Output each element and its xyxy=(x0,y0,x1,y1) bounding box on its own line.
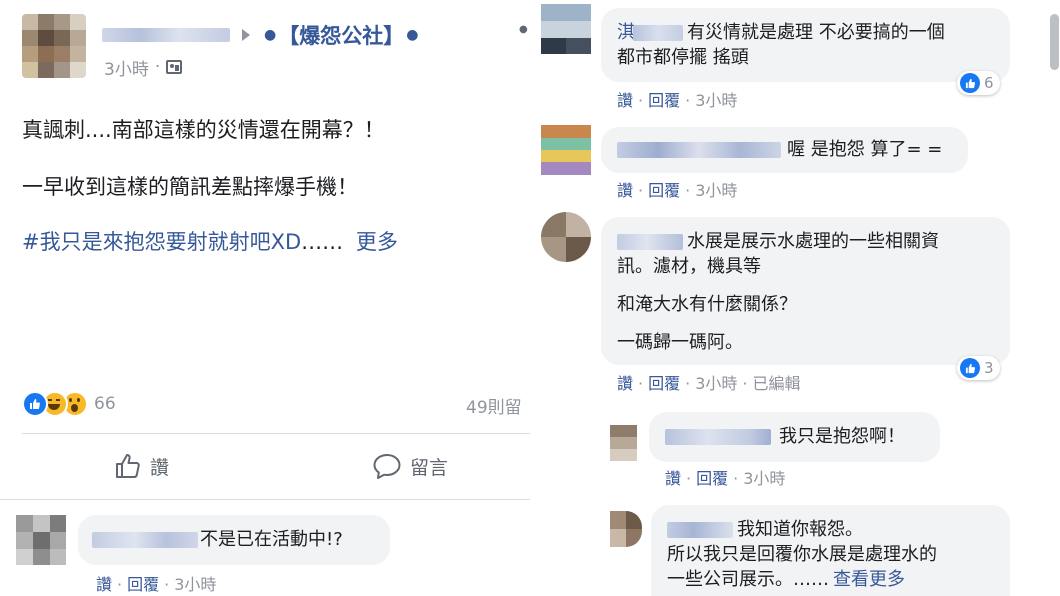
post-hashtag-row: #我只是來抱怨要射就射吧XD…… 更多 xyxy=(22,229,398,255)
comment-bubble: 不是已在活動中!? xyxy=(78,515,390,565)
commenter-avatar[interactable] xyxy=(610,425,637,461)
comment-bubble: 我知道你報怨。 所以我只是回覆你水展是處理水的 一些公司展示。…… 查看更多 xyxy=(651,505,1010,596)
post-body-line-2: 一早收到這樣的簡訊差點摔爆手機！ xyxy=(22,175,358,199)
comment-button[interactable]: 留言 xyxy=(372,450,448,482)
like-link[interactable]: 讚 xyxy=(665,469,681,488)
comment-text: 我只是抱怨啊！ xyxy=(779,426,905,447)
like-link[interactable]: 讚 xyxy=(617,91,633,110)
blurred-commenter-name[interactable] xyxy=(92,532,198,548)
commenter-avatar[interactable] xyxy=(16,515,66,565)
comment-actions: 讚 · 回覆 · 3小時 xyxy=(617,181,738,200)
reaction-count: 3 xyxy=(984,359,994,377)
bullet-dot: ● xyxy=(519,24,528,35)
comment-time[interactable]: 3小時 xyxy=(695,374,737,393)
reply-link[interactable]: 回覆 xyxy=(648,181,680,200)
comment-line-1: 我知道你報怨。 xyxy=(737,519,863,540)
comment-line-3: 和淹大水有什麼關係？ xyxy=(617,294,797,315)
like-reaction-icon xyxy=(960,73,980,93)
audience-icon[interactable] xyxy=(166,60,183,74)
caret-right-icon xyxy=(242,29,250,41)
comment-bubble: 水展是展示水處理的一些相關資 訊。濾材，機具等 和淹大水有什麼關係？ 一碼歸一碼… xyxy=(601,217,1010,365)
like-outline-icon xyxy=(114,452,142,480)
see-more-link[interactable]: 更多 xyxy=(356,230,398,254)
comment-reactions[interactable]: 3 xyxy=(957,356,1000,380)
comment-text: 不是已在活動中!? xyxy=(200,529,343,550)
comment-line-2: 訊。濾材，機具等 xyxy=(617,256,761,277)
blurred-commenter-name[interactable] xyxy=(617,234,683,250)
comment-outline-icon xyxy=(372,452,402,480)
like-reaction-icon xyxy=(960,358,980,378)
reaction-count: 6 xyxy=(984,74,994,92)
comment-line-4: 一碼歸一碼阿。 xyxy=(617,332,743,353)
comment-line-1: 有災情就是處理 不必要搞的一個 xyxy=(687,22,945,43)
commenter-avatar[interactable] xyxy=(541,125,591,175)
post-meta-row: 3小時 · xyxy=(104,55,183,80)
comment-text: 喔 是抱怨 算了= = xyxy=(787,139,943,160)
author-avatar[interactable] xyxy=(22,14,86,78)
bullet-dot: ● xyxy=(264,27,277,43)
comment-time[interactable]: 3小時 xyxy=(743,469,785,488)
page-name[interactable]: 【爆怨公社】 xyxy=(278,20,404,50)
like-link[interactable]: 讚 xyxy=(617,181,633,200)
blurred-commenter-name[interactable] xyxy=(633,25,683,41)
divider xyxy=(0,499,530,500)
commenter-avatar[interactable] xyxy=(541,212,591,262)
comment-actions: 讚 · 回覆 · 3小時 xyxy=(617,91,738,110)
like-reaction-icon xyxy=(22,391,48,417)
comment-reactions[interactable]: 6 xyxy=(957,71,1000,95)
like-label: 讚 xyxy=(150,456,170,479)
comment-count[interactable]: 49則留 xyxy=(466,393,522,418)
comment-bubble: 我只是抱怨啊！ xyxy=(649,412,940,462)
post-body-line-1: 真諷刺....南部這樣的災情還在開幕？！ xyxy=(22,118,385,142)
commenter-avatar[interactable] xyxy=(541,4,591,54)
comment-line-1: 水展是展示水處理的一些相關資 xyxy=(687,231,939,252)
comment-actions: 讚 · 回覆 · 3小時 xyxy=(665,469,786,488)
divider xyxy=(22,433,530,434)
author-name-row: ● 【爆怨公社】 ● xyxy=(102,22,418,48)
comment-actions: 讚 · 回覆 · 3小時 xyxy=(96,575,217,594)
blurred-commenter-name[interactable] xyxy=(665,429,771,445)
comment-time[interactable]: 3小時 xyxy=(695,181,737,200)
reply-link[interactable]: 回覆 xyxy=(127,575,159,594)
ellipsis: …… xyxy=(301,230,344,254)
comment-line-3-row: 一些公司展示。…… 查看更多 xyxy=(667,568,905,591)
comment-time[interactable]: 3小時 xyxy=(174,575,216,594)
reaction-summary[interactable]: 66 xyxy=(22,391,116,417)
reply-link[interactable]: 回覆 xyxy=(696,469,728,488)
commenter-avatar[interactable] xyxy=(610,511,642,547)
edited-label[interactable]: 已編輯 xyxy=(753,374,801,393)
comment-line-3: 一些公司展示。…… xyxy=(667,569,829,590)
comment-line-2: 所以我只是回覆你水展是處理水的 xyxy=(667,544,937,565)
comment-time[interactable]: 3小時 xyxy=(695,91,737,110)
comment-bubble: 淇 有災情就是處理 不必要搞的一個 都市都停擺 搖頭 xyxy=(601,8,1010,82)
scrollbar-thumb[interactable] xyxy=(1050,14,1059,70)
reaction-count[interactable]: 66 xyxy=(94,394,116,414)
comment-line-2: 都市都停擺 搖頭 xyxy=(617,47,749,68)
bullet-dot: ● xyxy=(406,27,419,43)
like-button[interactable]: 讚 xyxy=(114,450,169,482)
like-link[interactable]: 讚 xyxy=(96,575,112,594)
like-link[interactable]: 讚 xyxy=(617,374,633,393)
reply-link[interactable]: 回覆 xyxy=(648,91,680,110)
blurred-commenter-name[interactable] xyxy=(667,522,733,538)
comment-bubble: 喔 是抱怨 算了= = xyxy=(601,127,968,173)
blurred-author-name[interactable] xyxy=(102,28,230,42)
comment-actions: 讚 · 回覆 · 3小時 · 已編輯 xyxy=(617,374,801,393)
post-timestamp[interactable]: 3小時 xyxy=(104,55,149,80)
comment-label: 留言 xyxy=(410,456,449,479)
reply-link[interactable]: 回覆 xyxy=(648,374,680,393)
hashtag-link[interactable]: #我只是來抱怨要射就射吧XD xyxy=(22,230,301,254)
see-more-link[interactable]: 查看更多 xyxy=(833,569,905,590)
blurred-commenter-name[interactable] xyxy=(617,142,781,158)
